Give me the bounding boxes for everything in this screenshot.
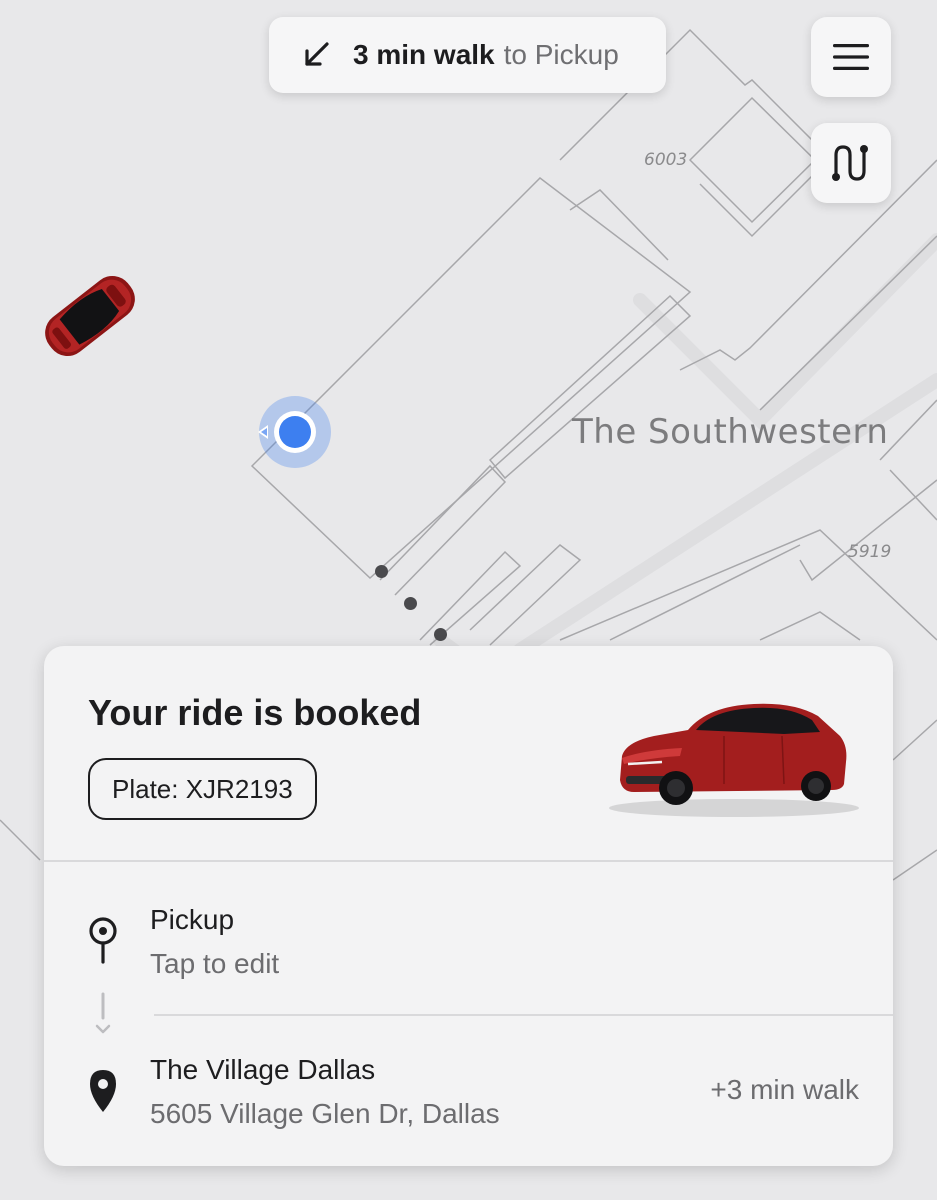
ride-summary: Your ride is booked Plate: XJR2193 <box>44 646 893 862</box>
building-number-label: 6003 <box>644 150 688 170</box>
user-location-icon <box>258 396 331 468</box>
hamburger-menu-icon <box>833 44 869 70</box>
route-connector-icon <box>95 992 111 1034</box>
route-icon <box>832 145 868 181</box>
plate-badge: Plate: XJR2193 <box>88 758 317 820</box>
map-place-label: The Southwestern <box>572 412 889 452</box>
pickup-pin-icon <box>89 917 117 964</box>
walk-path-dot <box>434 628 447 641</box>
vehicle-map-marker[interactable] <box>34 264 146 368</box>
walk-path-dot <box>375 565 388 578</box>
building-number-label: 5919 <box>848 542 892 562</box>
ride-status-title: Your ride is booked <box>88 692 422 733</box>
walk-path-dot <box>404 597 417 610</box>
destination-address: 5605 Village Glen Dr, Dallas <box>150 1098 500 1129</box>
walk-duration: 3 min walk <box>353 39 495 70</box>
vehicle-image <box>609 703 859 817</box>
row-divider <box>154 1014 893 1016</box>
ride-details-sheet[interactable]: Your ride is booked Plate: XJR2193 Picku… <box>44 646 893 1166</box>
location-pin-icon <box>90 1070 116 1112</box>
walk-destination: to Pickup <box>503 39 619 70</box>
arrow-down-left-icon <box>305 42 329 66</box>
pickup-edit-link[interactable]: Tap to edit <box>150 948 279 980</box>
destination-walk-time: +3 min walk <box>710 1074 859 1105</box>
route-button[interactable] <box>811 123 891 203</box>
walk-to-pickup-banner[interactable]: 3 min walk to Pickup <box>269 17 666 93</box>
menu-button[interactable] <box>811 17 891 97</box>
destination-title: The Village Dallas <box>150 1054 376 1085</box>
pickup-title: Pickup <box>150 904 235 935</box>
